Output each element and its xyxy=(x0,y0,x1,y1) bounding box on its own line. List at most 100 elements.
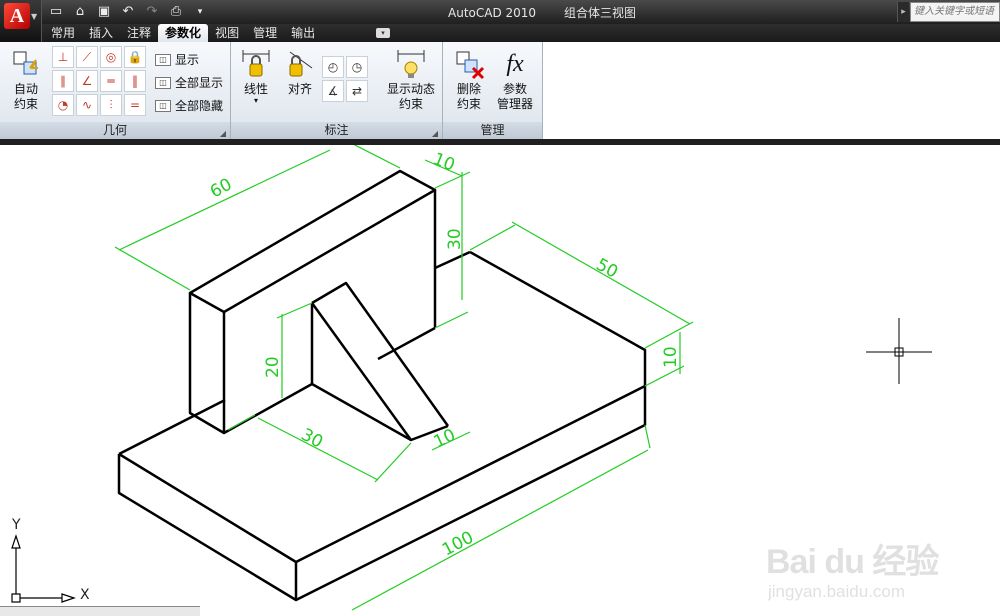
plot-icon[interactable]: ⎙ xyxy=(166,2,186,22)
concentric-icon[interactable]: ◎ xyxy=(100,46,122,68)
crosshair-cursor xyxy=(866,318,932,384)
radius-constraint-icon[interactable]: ◴ xyxy=(322,56,344,78)
auto-constrain-button[interactable]: 自动 约束 xyxy=(4,48,48,112)
ribbon-tab-bar: 常用 插入 注释 参数化 视图 管理 输出 ▾ xyxy=(0,24,1000,42)
dim-20-ext-top xyxy=(276,302,313,319)
hide-all-icon: ◫ xyxy=(155,99,171,112)
document-name: 组合体三视图 xyxy=(564,6,637,20)
equal-icon[interactable]: = xyxy=(124,94,146,116)
dim-label-10-right: 10 xyxy=(661,346,681,368)
coincident-icon[interactable]: ⊥ xyxy=(52,46,74,68)
linear-dropdown-icon[interactable]: ▾ xyxy=(234,97,278,105)
panel-dimension-title: 标注 ◢ xyxy=(231,122,442,139)
dim-100-ext-right xyxy=(644,424,651,449)
delete-constraints-icon xyxy=(453,48,485,80)
rib-hypotenuse xyxy=(310,302,413,441)
panel-geometry-title: 几何 ◢ xyxy=(0,122,230,139)
horizontal-icon[interactable]: ═ xyxy=(100,70,122,92)
tab-4[interactable]: 视图 xyxy=(208,24,246,42)
search-expand-icon[interactable]: ▸ xyxy=(897,2,909,22)
aligned-button[interactable]: 对齐 xyxy=(278,48,322,97)
panel-geometry: 自动 约束 ⊥ ⟋ ◎ 🔒 ∥ ∠ ═ ‖ ◔ ∿ ⫶ = ◫ 显示 ◫ 全部显示 … xyxy=(0,42,231,139)
dynamic-constraints-icon xyxy=(395,48,427,80)
rib-top-edges xyxy=(311,281,450,427)
show-all-label: 全部显示 xyxy=(175,76,224,90)
tangent-icon[interactable]: ◔ xyxy=(52,94,74,116)
panel-manage-title-text: 管理 xyxy=(480,123,505,137)
redo-icon[interactable]: ↷ xyxy=(142,2,162,22)
auto-constrain-label: 自动 约束 xyxy=(13,82,38,111)
tab-0[interactable]: 常用 xyxy=(44,24,82,42)
dim-label-30-vert: 30 xyxy=(445,228,465,250)
linear-label: 线性 xyxy=(243,82,268,96)
parallel-icon[interactable]: ∥ xyxy=(52,70,74,92)
collinear-icon[interactable]: ⟋ xyxy=(76,46,98,68)
search-input[interactable]: 键入关键字或短语 xyxy=(910,2,1000,22)
window-title: AutoCAD 2010 组合体三视图 xyxy=(448,4,636,21)
show-all-button[interactable]: ◫ 全部显示 xyxy=(155,71,231,94)
fx-icon: fx xyxy=(506,51,524,77)
show-label: 显示 xyxy=(175,53,200,67)
plate-bottom-edge xyxy=(223,382,313,435)
dropdown-icon[interactable]: ▾ xyxy=(190,2,210,22)
layout-tabs-strip[interactable] xyxy=(0,606,200,616)
dimension-lines xyxy=(114,145,694,611)
tab-1[interactable]: 插入 xyxy=(82,24,120,42)
show-icon: ◫ xyxy=(155,53,171,66)
tab-5[interactable]: 管理 xyxy=(246,24,284,42)
parameters-manager-button[interactable]: fx 参数 管理器 xyxy=(493,48,537,112)
panel-geometry-title-text: 几何 xyxy=(102,123,127,137)
minimize-ribbon-icon[interactable]: ▾ xyxy=(376,28,390,38)
panel-dimension: 线性 ▾ 对齐 ◴ ◷ ∡ ⇄ 显示动态 约束 标注 ◢ xyxy=(231,42,443,139)
tab-3[interactable]: 参数化 xyxy=(158,24,209,42)
dim-100-line xyxy=(351,449,649,611)
perpendicular-icon[interactable]: ∠ xyxy=(76,70,98,92)
linear-button[interactable]: 线性 ▾ xyxy=(234,48,278,105)
open-icon[interactable]: ⌂ xyxy=(70,2,90,22)
ucs-icon xyxy=(11,534,76,603)
tab-6[interactable]: 输出 xyxy=(284,24,322,42)
save-icon[interactable]: ▣ xyxy=(94,2,114,22)
ucs-x-label: X xyxy=(80,587,90,603)
rib-side-edges xyxy=(310,303,449,442)
baidu-watermark: Bai du 经验 jingyan.baidu.com xyxy=(760,520,960,610)
aligned-label: 对齐 xyxy=(287,82,312,96)
auto-constrain-icon xyxy=(10,48,42,80)
dim-50-ext-left xyxy=(469,224,516,251)
undo-icon[interactable]: ↶ xyxy=(118,2,138,22)
hide-all-button[interactable]: ◫ 全部隐藏 xyxy=(155,94,231,117)
geometric-constraints-grid: ⊥ ⟋ ◎ 🔒 ∥ ∠ ═ ‖ ◔ ∿ ⫶ = xyxy=(52,46,146,116)
solid-geometry xyxy=(117,169,647,602)
new-icon[interactable]: ▭ xyxy=(46,2,66,22)
base-back-left-edge xyxy=(118,398,226,456)
delete-constraints-button[interactable]: 删除 约束 xyxy=(447,48,491,112)
dim-label-20: 20 xyxy=(263,356,283,378)
vertical-icon[interactable]: ‖ xyxy=(124,70,146,92)
panel-manage: 删除 约束 fx 参数 管理器 管理 xyxy=(443,42,543,139)
dim-30-vert-ext xyxy=(434,311,469,329)
aligned-dimension-icon xyxy=(284,48,316,80)
linear-dimension-icon xyxy=(240,48,272,80)
dim-50-ext-right xyxy=(644,321,694,349)
show-constraints-button[interactable]: ◫ 显示 xyxy=(155,48,231,71)
drawing-canvas[interactable]: 60 10 30 50 10 20 30 10 100 Y X Bai du 经… xyxy=(0,145,1000,616)
application-menu-button[interactable]: A ▼ xyxy=(0,0,42,42)
angular-constraints-grid: ◴ ◷ ∡ ⇄ xyxy=(322,56,368,102)
dim-label-60: 60 xyxy=(207,175,235,203)
smooth-icon[interactable]: ∿ xyxy=(76,94,98,116)
angular-constraint-icon[interactable]: ∡ xyxy=(322,80,344,102)
show-dynamic-label: 显示动态 约束 xyxy=(386,82,435,111)
convert-constraint-icon[interactable]: ⇄ xyxy=(346,80,368,102)
tab-2[interactable]: 注释 xyxy=(120,24,158,42)
panel-manage-title: 管理 xyxy=(443,122,542,139)
dim-60-ext-left xyxy=(114,246,191,291)
hide-all-label: 全部隐藏 xyxy=(175,99,224,113)
param-manager-label: 参数 管理器 xyxy=(496,82,533,111)
show-dynamic-constraints-button[interactable]: 显示动态 约束 xyxy=(383,48,439,112)
dim-10-right-ext xyxy=(644,365,685,387)
diameter-constraint-icon[interactable]: ◷ xyxy=(346,56,368,78)
symmetric-icon[interactable]: ⫶ xyxy=(100,94,122,116)
fix-lock-icon[interactable]: 🔒 xyxy=(124,46,146,68)
watermark-brand: Bai du 经验 xyxy=(766,543,939,581)
dim-label-100: 100 xyxy=(439,528,477,561)
